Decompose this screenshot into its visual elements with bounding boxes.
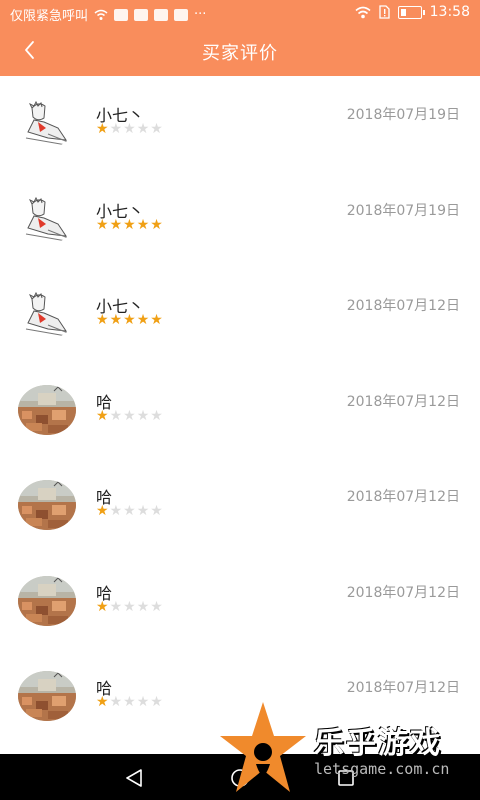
star-filled-icon: ★ [109, 312, 123, 328]
review-date: 2018年07月12日 [346, 489, 460, 505]
nav-back-icon[interactable] [122, 766, 146, 790]
star-empty-icon: ★ [109, 598, 123, 615]
star-filled-icon: ★ [96, 312, 109, 328]
star-filled-icon: ★ [123, 312, 136, 328]
star-empty-icon: ★ [136, 407, 150, 424]
wifi-icon [355, 6, 371, 18]
star-empty-icon: ★ [123, 694, 136, 710]
star-empty-icon: ★ [150, 407, 163, 424]
star-empty-icon: ★ [109, 121, 123, 137]
star-empty-icon: ★ [109, 407, 123, 424]
app-bar: 买家评价 [0, 26, 480, 76]
message-app-icon [174, 8, 189, 21]
star-empty-icon: ★ [123, 503, 136, 519]
huawei-app-icon [154, 8, 169, 21]
review-row-6: 哈 ★ ★ ★ ★ ★ 2018年07月12日 [0, 554, 480, 650]
star-filled-icon: ★ [96, 121, 109, 137]
review-date: 2018年07月12日 [346, 584, 460, 601]
watermark-url: letsgame.com.cn [314, 760, 450, 778]
star-filled-icon: ★ [150, 216, 163, 233]
star-rating: ★ ★ ★ ★ ★ [96, 600, 163, 614]
star-rating: ★ ★ ★ ★ ★ [96, 313, 163, 327]
star-empty-icon: ★ [136, 598, 150, 615]
city-photo-avatar [18, 671, 76, 721]
city-photo-avatar [18, 575, 76, 626]
watermark-star-logo [220, 702, 306, 792]
status-right: 13:58 [355, 4, 470, 20]
star-rating: ★ ★ ★ ★ ★ [96, 695, 163, 709]
wifi-small-icon [94, 9, 108, 20]
review-row-5: 哈 ★ ★ ★ ★ ★ 2018年07月12日 [0, 458, 480, 554]
city-photo-avatar [18, 384, 76, 435]
star-empty-icon: ★ [123, 407, 136, 424]
city-photo-avatar [18, 480, 76, 530]
review-date: 2018年07月12日 [346, 393, 460, 410]
star-filled-icon: ★ [96, 598, 109, 615]
battery-icon [397, 5, 425, 19]
more-notifications: ··· [194, 7, 207, 22]
star-filled-icon: ★ [136, 312, 150, 328]
notification-app-icon [134, 8, 149, 21]
star-empty-icon: ★ [123, 121, 136, 137]
star-filled-icon: ★ [136, 216, 150, 233]
star-filled-icon: ★ [123, 216, 136, 233]
star-empty-icon: ★ [136, 121, 150, 137]
clock: 13:58 [429, 4, 470, 20]
star-empty-icon: ★ [150, 503, 163, 519]
star-filled-icon: ★ [109, 216, 123, 233]
sketch-avatar [18, 98, 76, 148]
star-filled-icon: ★ [150, 312, 163, 328]
star-filled-icon: ★ [96, 694, 109, 710]
star-filled-icon: ★ [96, 407, 109, 424]
star-rating: ★ ★ ★ ★ ★ [96, 504, 163, 518]
star-empty-icon: ★ [123, 598, 136, 615]
star-empty-icon: ★ [136, 694, 150, 710]
star-empty-icon: ★ [136, 503, 150, 519]
sim-alert-icon [378, 5, 390, 19]
star-empty-icon: ★ [150, 121, 163, 137]
star-rating: ★ ★ ★ ★ ★ [96, 122, 163, 136]
review-row-4: 哈 ★ ★ ★ ★ ★ 2018年07月12日 [0, 363, 480, 459]
review-date: 2018年07月12日 [346, 298, 460, 314]
page-title: 买家评价 [202, 43, 278, 64]
watermark: 乐乎游戏 letsgame.com.cn [218, 700, 480, 800]
toutiao-app-icon [114, 8, 129, 21]
star-rating: ★ ★ ★ ★ ★ [96, 409, 163, 423]
sketch-avatar [18, 193, 76, 244]
review-row-1: 小七丶 ★ ★ ★ ★ ★ 2018年07月19日 [0, 76, 480, 172]
star-empty-icon: ★ [150, 598, 163, 615]
carrier-text: 仅限紧急呼叫 [10, 9, 89, 24]
watermark-brand: 乐乎游戏 [314, 726, 442, 761]
star-empty-icon: ★ [109, 694, 123, 710]
star-empty-icon: ★ [150, 694, 163, 710]
review-date: 2018年07月19日 [346, 202, 460, 219]
status-bar: 仅限紧急呼叫 ··· 13:58 [0, 0, 480, 26]
star-filled-icon: ★ [96, 503, 109, 519]
status-left: 仅限紧急呼叫 ··· [10, 5, 206, 24]
review-row-2: 小七丶 ★ ★ ★ ★ ★ 2018年07月19日 [0, 172, 480, 268]
review-list: 小七丶 ★ ★ ★ ★ ★ 2018年07月19日 小七丶 ★ ★ ★ ★ ★ 2018年07月… [0, 76, 480, 745]
sketch-avatar [18, 289, 76, 339]
review-date: 2018年07月12日 [346, 680, 460, 696]
star-rating: ★ ★ ★ ★ ★ [96, 218, 163, 232]
review-row-3: 小七丶 ★ ★ ★ ★ ★ 2018年07月12日 [0, 267, 480, 363]
star-empty-icon: ★ [109, 503, 123, 519]
star-filled-icon: ★ [96, 216, 109, 233]
review-date: 2018年07月19日 [346, 107, 460, 123]
